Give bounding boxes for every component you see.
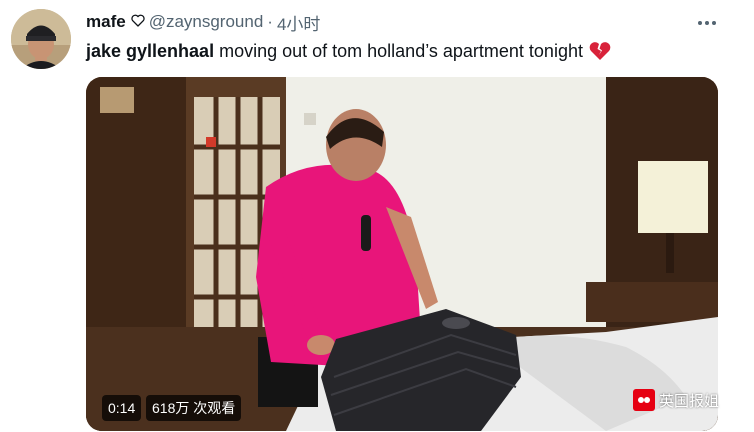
avatar[interactable] — [11, 9, 71, 69]
tweet-header: mafe @zaynsground · 4小时 — [86, 10, 320, 35]
watermark: 英国报姐 — [633, 387, 719, 413]
tweet-text-bold: jake gyllenhaal — [86, 40, 215, 61]
watermark-text: 英国报姐 — [659, 392, 720, 410]
heart-outline-icon — [131, 14, 145, 30]
user-handle[interactable]: @zaynsground — [149, 12, 264, 32]
video-view-count: 618万 次观看 — [146, 395, 242, 421]
tweet-text-body: moving out of tom holland’s apartment to… — [219, 40, 583, 61]
display-name[interactable]: mafe — [86, 12, 126, 32]
watermark-logo-icon — [633, 389, 655, 411]
video-player[interactable]: 0:14 618万 次观看 — [86, 77, 718, 431]
video-frame — [86, 77, 718, 431]
more-horizontal-icon — [698, 21, 716, 25]
avatar-image — [11, 9, 71, 69]
broken-heart-icon — [589, 41, 611, 61]
separator-dot: · — [267, 12, 273, 31]
tweet-text: jake gyllenhaal moving out of tom hollan… — [86, 39, 611, 63]
tweet: mafe @zaynsground · 4小时 jake gyllenhaal … — [0, 0, 754, 432]
timestamp[interactable]: 4小时 — [277, 10, 320, 35]
video-duration: 0:14 — [102, 395, 142, 421]
more-options-button[interactable] — [692, 8, 722, 38]
